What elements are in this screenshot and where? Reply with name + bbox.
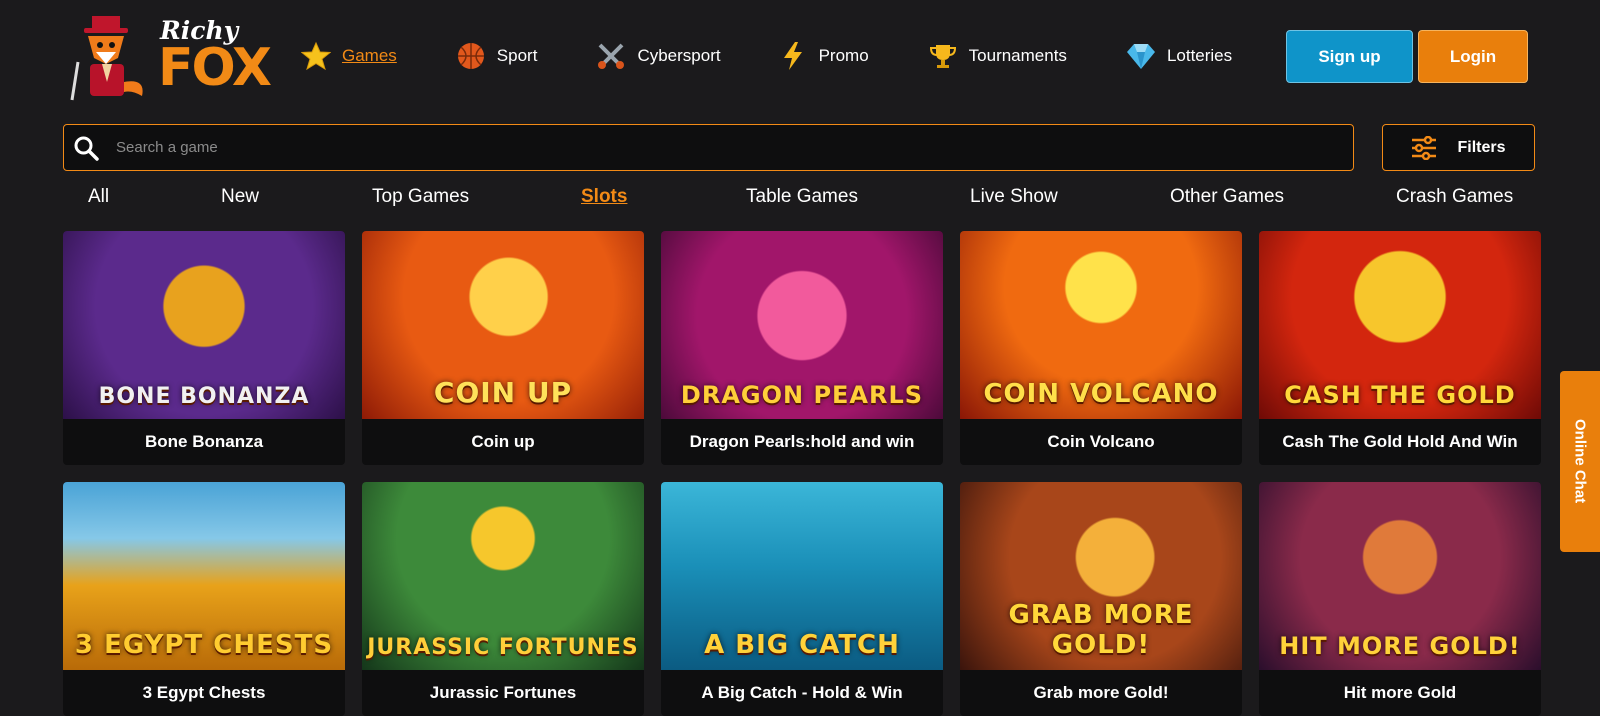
- game-card-3-egypt-chests[interactable]: 3 EGYPT CHESTS 3 Egypt Chests: [63, 482, 345, 716]
- search-icon: [72, 134, 100, 162]
- game-search-bar: [63, 124, 1354, 171]
- game-thumbnail-title: HIT MORE GOLD!: [1279, 632, 1521, 660]
- filters-button[interactable]: Filters: [1382, 124, 1535, 171]
- nav-lotteries[interactable]: Lotteries: [1125, 40, 1232, 72]
- richy-fox-logo[interactable]: Richy FOX: [62, 10, 272, 102]
- online-chat-button[interactable]: Online Chat: [1560, 371, 1600, 552]
- search-input[interactable]: [116, 139, 1116, 156]
- tab-slots[interactable]: Slots: [581, 186, 627, 208]
- nav-sport[interactable]: Sport: [455, 40, 538, 72]
- sliders-icon: [1411, 135, 1437, 160]
- game-thumbnail: DRAGON PEARLS: [661, 231, 943, 419]
- game-thumbnail-title: JURASSIC FORTUNES: [367, 635, 639, 660]
- game-title: Coin up: [471, 432, 535, 451]
- game-thumbnail-title: BONE BONANZA: [98, 384, 310, 409]
- crossed-swords-icon: [595, 40, 627, 72]
- fox-mascot-icon: [70, 16, 143, 101]
- tab-table-games[interactable]: Table Games: [746, 186, 858, 208]
- nav-promo-label: Promo: [818, 46, 869, 65]
- nav-games-label: Games: [342, 46, 397, 65]
- tab-all[interactable]: All: [88, 186, 109, 208]
- game-thumbnail: JURASSIC FORTUNES: [362, 482, 644, 670]
- game-title: Grab more Gold!: [1033, 683, 1169, 702]
- game-thumbnail-title: COIN VOLCANO: [983, 379, 1219, 409]
- nav-tournaments-label: Tournaments: [968, 46, 1067, 65]
- game-title: Coin Volcano: [1047, 432, 1155, 451]
- basketball-icon: [455, 40, 487, 72]
- game-thumbnail-title: DRAGON PEARLS: [680, 381, 924, 409]
- tab-crash-games[interactable]: Crash Games: [1396, 186, 1513, 208]
- main-nav: Games Sport Cybersport Promo Tournaments: [300, 36, 1232, 76]
- lightning-icon: [777, 40, 809, 72]
- nav-tournaments[interactable]: Tournaments: [927, 40, 1067, 72]
- game-card-coin-up[interactable]: COIN UP Coin up: [362, 231, 644, 465]
- game-thumbnail: A BIG CATCH: [661, 482, 943, 670]
- game-thumbnail-title: 3 EGYPT CHESTS: [74, 630, 334, 660]
- game-card-bone-bonanza[interactable]: BONE BONANZA Bone Bonanza: [63, 231, 345, 465]
- signup-button[interactable]: Sign up: [1286, 30, 1413, 83]
- nav-sport-label: Sport: [496, 46, 538, 65]
- game-title: Cash The Gold Hold And Win: [1282, 432, 1518, 451]
- game-thumbnail-title: COIN UP: [433, 376, 573, 409]
- game-title: Hit more Gold: [1343, 683, 1457, 702]
- game-thumbnail-title: A BIG CATCH: [704, 630, 900, 660]
- online-chat-label: Online Chat: [1571, 419, 1589, 504]
- game-thumbnail: 3 EGYPT CHESTS: [63, 482, 345, 670]
- game-thumbnail-title: CASH THE GOLD: [1284, 381, 1516, 409]
- login-button[interactable]: Login: [1418, 30, 1528, 83]
- game-title: Bone Bonanza: [144, 432, 264, 451]
- game-thumbnail-title: GRAB MORE GOLD!: [1008, 600, 1194, 660]
- game-card-jurassic-fortunes[interactable]: JURASSIC FORTUNES Jurassic Fortunes: [362, 482, 644, 716]
- nav-cybersport[interactable]: Cybersport: [595, 40, 721, 72]
- filters-label: Filters: [1457, 138, 1506, 156]
- site-header: Richy FOX Games Sport Cybersport Promo T…: [0, 0, 1600, 112]
- nav-cybersport-label: Cybersport: [637, 46, 721, 65]
- game-card-dragon-pearls[interactable]: DRAGON PEARLS Dragon Pearls:hold and win: [661, 231, 943, 465]
- game-title: A Big Catch - Hold & Win: [701, 683, 903, 702]
- game-thumbnail: GRAB MORE GOLD!: [960, 482, 1242, 670]
- game-card-a-big-catch[interactable]: A BIG CATCH A Big Catch - Hold & Win: [661, 482, 943, 716]
- game-thumbnail: COIN UP: [362, 231, 644, 419]
- tab-live-show[interactable]: Live Show: [970, 186, 1058, 208]
- category-tabs: All New Top Games Slots Table Games Live…: [0, 186, 1600, 216]
- tab-new[interactable]: New: [221, 186, 259, 208]
- game-thumbnail: COIN VOLCANO: [960, 231, 1242, 419]
- game-card-cash-the-gold[interactable]: CASH THE GOLD Cash The Gold Hold And Win: [1259, 231, 1541, 465]
- star-icon: [300, 40, 332, 72]
- game-card-hit-more-gold[interactable]: HIT MORE GOLD! Hit more Gold: [1259, 482, 1541, 716]
- nav-promo[interactable]: Promo: [777, 40, 869, 72]
- game-card-grab-more-gold[interactable]: GRAB MORE GOLD! Grab more Gold!: [960, 482, 1242, 716]
- game-thumbnail: HIT MORE GOLD!: [1259, 482, 1541, 670]
- tab-top-games[interactable]: Top Games: [372, 186, 469, 208]
- logo-text-fox: FOX: [158, 38, 272, 98]
- diamond-icon: [1125, 40, 1157, 72]
- trophy-icon: [927, 40, 959, 72]
- nav-lotteries-label: Lotteries: [1166, 46, 1233, 65]
- game-card-coin-volcano[interactable]: COIN VOLCANO Coin Volcano: [960, 231, 1242, 465]
- game-thumbnail: BONE BONANZA: [63, 231, 345, 419]
- nav-games[interactable]: Games: [300, 40, 397, 72]
- game-title: 3 Egypt Chests: [142, 683, 266, 702]
- game-thumbnail: CASH THE GOLD: [1259, 231, 1541, 419]
- tab-other-games[interactable]: Other Games: [1170, 186, 1284, 208]
- game-title: Dragon Pearls:hold and win: [689, 432, 915, 451]
- game-title: Jurassic Fortunes: [429, 683, 577, 702]
